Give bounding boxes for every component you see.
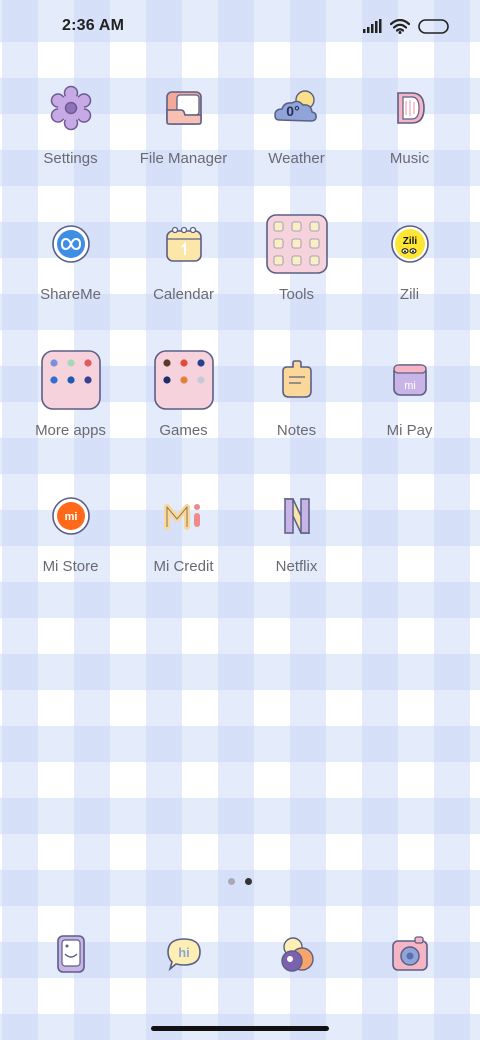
page-dot-2[interactable] xyxy=(245,878,252,885)
app-weather[interactable]: 0° Weather xyxy=(240,76,353,212)
status-bar: 2:36 AM xyxy=(0,0,480,52)
app-mi-pay[interactable]: mi Mi Pay xyxy=(353,348,466,484)
calendar-icon xyxy=(152,212,216,276)
browser-icon[interactable] xyxy=(265,922,329,986)
app-label: Calendar xyxy=(153,286,214,303)
dock: hi xyxy=(14,922,466,990)
mi-pay-icon: mi xyxy=(378,348,442,412)
folder-tools[interactable]: Tools xyxy=(240,212,353,348)
app-label: Mi Credit xyxy=(153,558,214,575)
page-indicator xyxy=(0,878,480,885)
app-label: Mi Pay xyxy=(386,422,433,439)
page-dot-1[interactable] xyxy=(228,878,235,885)
app-label: Weather xyxy=(268,150,325,167)
app-label: Music xyxy=(389,150,430,167)
more-apps-folder-icon xyxy=(39,348,103,412)
weather-temp: 0° xyxy=(286,103,299,119)
app-netflix[interactable]: Netflix xyxy=(240,484,353,620)
games-folder-icon xyxy=(152,348,216,412)
app-label: Zili xyxy=(399,286,420,303)
music-icon xyxy=(378,76,442,140)
weather-icon: 0° xyxy=(265,76,329,140)
app-label: Netflix xyxy=(275,558,318,575)
shareme-icon xyxy=(39,212,103,276)
gear-icon xyxy=(39,76,103,140)
app-music[interactable]: Music xyxy=(353,76,466,212)
signal-icon xyxy=(363,19,382,33)
app-label: Notes xyxy=(276,422,317,439)
app-mi-credit[interactable]: Mi Credit xyxy=(127,484,240,620)
app-file-manager[interactable]: File Manager xyxy=(127,76,240,212)
zili-icon: Zili xyxy=(378,212,442,276)
home-indicator[interactable] xyxy=(151,1026,329,1031)
mi-store-icon: mi xyxy=(39,484,103,548)
app-label: File Manager xyxy=(139,150,228,167)
battery-icon xyxy=(418,18,449,34)
mi-credit-icon xyxy=(152,484,216,548)
app-zili[interactable]: Zili Zili xyxy=(353,212,466,348)
app-shareme[interactable]: ShareMe xyxy=(14,212,127,348)
app-settings[interactable]: Settings xyxy=(14,76,127,212)
app-label: Tools xyxy=(278,286,315,303)
app-label: Mi Store xyxy=(42,558,99,575)
notes-icon xyxy=(265,348,329,412)
messages-wordmark: hi xyxy=(178,945,190,960)
app-grid: Settings File Manager 0° Weather Music S… xyxy=(14,76,466,620)
folder-icon xyxy=(152,76,216,140)
app-mi-store[interactable]: mi Mi Store xyxy=(14,484,127,620)
tools-folder-icon xyxy=(265,212,329,276)
app-label: Settings xyxy=(43,150,98,167)
wifi-icon xyxy=(390,18,410,34)
phone-icon[interactable] xyxy=(39,922,103,986)
app-label: More apps xyxy=(35,422,106,439)
netflix-icon xyxy=(265,484,329,548)
app-calendar[interactable]: Calendar xyxy=(127,212,240,348)
status-time: 2:36 AM xyxy=(62,17,125,34)
messages-icon[interactable]: hi xyxy=(152,922,216,986)
mi-store-wordmark: mi xyxy=(64,511,77,523)
zili-wordmark: Zili xyxy=(402,236,417,247)
app-notes[interactable]: Notes xyxy=(240,348,353,484)
status-icons xyxy=(362,18,450,34)
folder-games[interactable]: Games xyxy=(127,348,240,484)
app-label: ShareMe xyxy=(40,286,101,303)
mi-pay-wordmark: mi xyxy=(404,380,416,392)
folder-more-apps[interactable]: More apps xyxy=(14,348,127,484)
app-label: Games xyxy=(159,422,208,439)
camera-icon[interactable] xyxy=(378,922,442,986)
